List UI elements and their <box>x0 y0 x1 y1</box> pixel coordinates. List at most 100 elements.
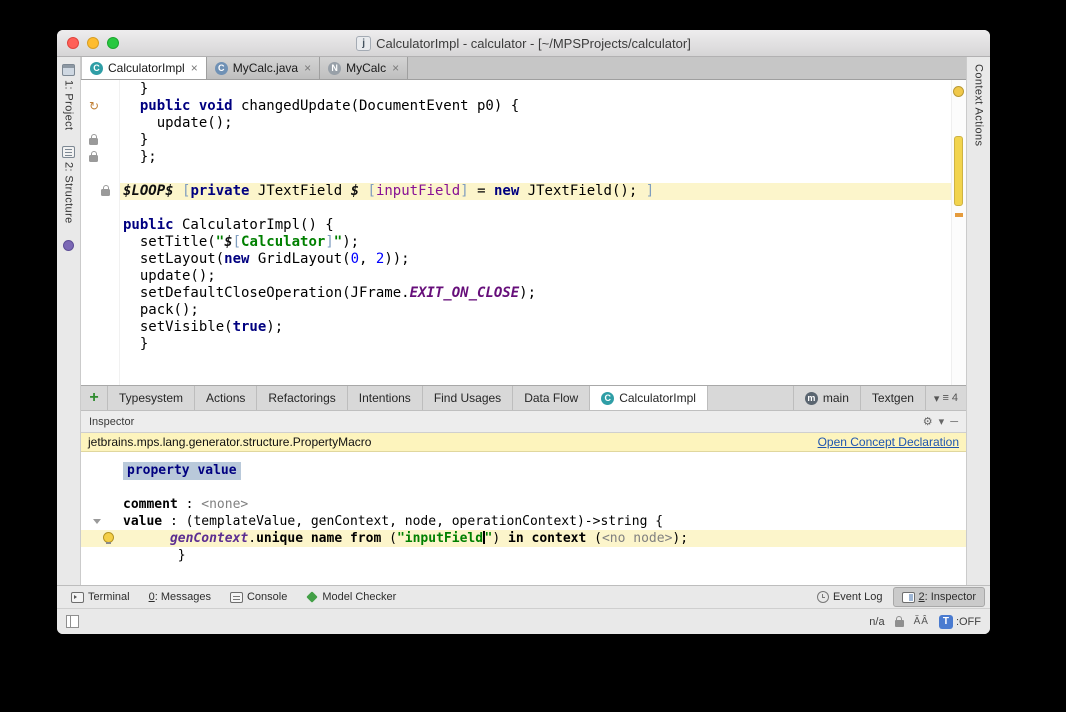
typing-assist-icon[interactable]: ĂÂ <box>914 616 929 627</box>
code-line[interactable]: update(); <box>81 115 951 132</box>
window-title: CalculatorImpl - calculator - [~/MPSProj… <box>376 35 691 51</box>
toolwindow-bar: Terminal 0: Messages Console Model Checker … <box>57 585 990 608</box>
typesystem-badge: T <box>938 614 953 629</box>
aspect-tab-data-flow[interactable]: Data Flow <box>513 386 591 410</box>
chevron-down-icon[interactable]: ▾ <box>939 415 945 428</box>
aspect-tab-main[interactable]: m main <box>792 386 861 410</box>
toolwindow-button-model-checker[interactable]: Model Checker <box>297 587 405 607</box>
gear-icon[interactable]: ⚙ <box>923 415 933 428</box>
code-token: private <box>190 183 250 199</box>
code-token: EXIT_ON_CLOSE <box>409 285 520 301</box>
tool-stripe-button-purple-tool-icon[interactable] <box>63 240 74 252</box>
override-arrow-icon[interactable]: ↻ <box>89 99 99 113</box>
intention-bulb-icon[interactable] <box>103 532 114 544</box>
close-icon[interactable]: × <box>392 61 399 75</box>
code-line[interactable]: genContext.unique name from ("inputField… <box>81 530 966 547</box>
code-line[interactable]: setVisible(true); <box>81 319 951 336</box>
hidden-tabs-control[interactable]: ▾ ≡ 4 <box>926 386 966 410</box>
code-line[interactable]: }; <box>81 149 951 166</box>
tool-stripe-button-context-actions[interactable]: Context Actions <box>973 64 985 146</box>
hide-panel-icon[interactable]: ─ <box>950 416 958 428</box>
close-window-button[interactable] <box>67 37 79 49</box>
code-line[interactable]: $LOOP$ [private JTextField $ [inputField… <box>81 183 951 200</box>
editor-code-area[interactable]: } public void changedUpdate(DocumentEvent… <box>81 80 951 385</box>
code-line[interactable]: } <box>81 132 951 149</box>
code-line[interactable]: public void changedUpdate(DocumentEvent … <box>81 98 951 115</box>
window-titlebar[interactable]: j CalculatorImpl - calculator - [~/MPSPr… <box>57 30 990 57</box>
code-line[interactable]: } <box>81 547 966 564</box>
code-line[interactable] <box>81 200 951 217</box>
toolwindow-button-2-inspector[interactable]: 2: Inspector <box>892 587 985 607</box>
chevron-down-icon: ▾ <box>933 392 940 405</box>
code-token: )); <box>384 251 410 267</box>
code-line[interactable]: value : (templateValue, genContext, node… <box>81 513 966 530</box>
terminal-icon <box>71 591 84 603</box>
code-token: $LOOP$ <box>123 183 174 199</box>
inspections-indicator-icon[interactable] <box>953 86 964 97</box>
code-line[interactable]: } <box>81 81 951 98</box>
aspect-tab-calculatorimpl[interactable]: C CalculatorImpl <box>590 386 708 410</box>
code-line[interactable]: update(); <box>81 268 951 285</box>
code-token: public void <box>139 98 233 114</box>
toolwindow-button-0-messages[interactable]: 0: Messages <box>140 587 220 607</box>
code-line[interactable]: pack(); <box>81 302 951 319</box>
event-log-icon <box>816 591 829 603</box>
scrollbar-warning-mark[interactable] <box>955 213 963 217</box>
code-token: new <box>493 183 520 199</box>
toolwindow-button-label: Console <box>246 591 288 603</box>
inspector-editor[interactable]: property value comment : <none> value : (… <box>81 452 966 585</box>
tool-stripe-label: 1: Project <box>62 80 75 131</box>
aspect-tab-typesystem[interactable]: Typesystem <box>108 386 196 410</box>
code-token: ); <box>342 234 360 250</box>
toolwindow-toggle-icon[interactable] <box>66 615 79 628</box>
inspector-code: property value comment : <none> value : (… <box>81 452 966 564</box>
tool-stripe-button-2-structure[interactable]: 2: Structure <box>62 146 75 224</box>
aspect-tab-intentions[interactable]: Intentions <box>348 386 423 410</box>
toolwindow-buttons-left: Terminal 0: Messages Console Model Checker <box>62 587 405 607</box>
code-line[interactable] <box>81 479 966 496</box>
close-icon[interactable]: × <box>191 61 198 75</box>
aspect-tab-textgen[interactable]: Textgen <box>861 386 926 410</box>
open-concept-declaration-link[interactable]: Open Concept Declaration <box>818 435 959 449</box>
tab-label: MyCalc.java <box>232 61 299 75</box>
tool-stripe-button-1-project[interactable]: 1: Project <box>62 64 75 130</box>
editor-tab-mycalc-java[interactable]: C MyCalc.java × <box>206 57 321 79</box>
editor[interactable]: } public void changedUpdate(DocumentEvent… <box>81 80 966 385</box>
add-aspect-button[interactable]: + <box>81 386 108 410</box>
minimize-window-button[interactable] <box>87 37 99 49</box>
code-line[interactable]: setLayout(new GridLayout(0, 2)); <box>81 251 951 268</box>
code-line[interactable]: } <box>81 336 951 353</box>
toolwindow-button-terminal[interactable]: Terminal <box>62 587 139 607</box>
editor-tab-mycalc[interactable]: N MyCalc × <box>320 57 409 79</box>
editor-scrollbar[interactable] <box>951 80 966 385</box>
code-line[interactable]: public CalculatorImpl() { <box>81 217 951 234</box>
code-token: <no node> <box>601 531 673 546</box>
toolwindow-button-event-log[interactable]: Event Log <box>808 587 892 607</box>
editor-tab-calculatorimpl[interactable]: C CalculatorImpl × <box>82 57 207 79</box>
code-line[interactable]: setTitle("$[Calculator]"); <box>81 234 951 251</box>
editor-code: } public void changedUpdate(DocumentEvent… <box>81 80 951 353</box>
aspect-tab-label: main <box>822 391 849 405</box>
toolwindow-button-console[interactable]: Console <box>221 587 296 607</box>
code-line[interactable]: property value <box>81 462 966 480</box>
zoom-window-button[interactable] <box>107 37 119 49</box>
code-token: " <box>215 234 225 250</box>
code-line[interactable]: comment : <none> <box>81 496 966 513</box>
fold-icon[interactable] <box>93 519 101 524</box>
code-token: ) <box>492 531 509 546</box>
desktop-background: j CalculatorImpl - calculator - [~/MPSPr… <box>0 0 1066 712</box>
toolwindow-button-label: Model Checker <box>322 591 397 603</box>
caret-position[interactable]: n/a <box>869 616 884 628</box>
aspect-tab-find-usages[interactable]: Find Usages <box>423 386 514 410</box>
code-line[interactable] <box>81 166 951 183</box>
inspector-header-icons: ⚙ ▾ ─ <box>923 415 958 429</box>
code-token: $ <box>350 183 360 199</box>
close-icon[interactable]: × <box>304 61 311 75</box>
lock-icon[interactable] <box>894 615 904 627</box>
aspect-tab-actions[interactable]: Actions <box>195 386 258 410</box>
code-line[interactable]: setDefaultCloseOperation(JFrame.EXIT_ON_… <box>81 285 951 302</box>
aspect-tab-refactorings[interactable]: Refactorings <box>257 386 348 410</box>
typesystem-widget[interactable]: T :OFF <box>938 614 981 629</box>
editor-column: C CalculatorImpl × C MyCalc.java × N MyCalc × } p… <box>81 57 966 585</box>
scrollbar-thumb[interactable] <box>954 136 963 206</box>
